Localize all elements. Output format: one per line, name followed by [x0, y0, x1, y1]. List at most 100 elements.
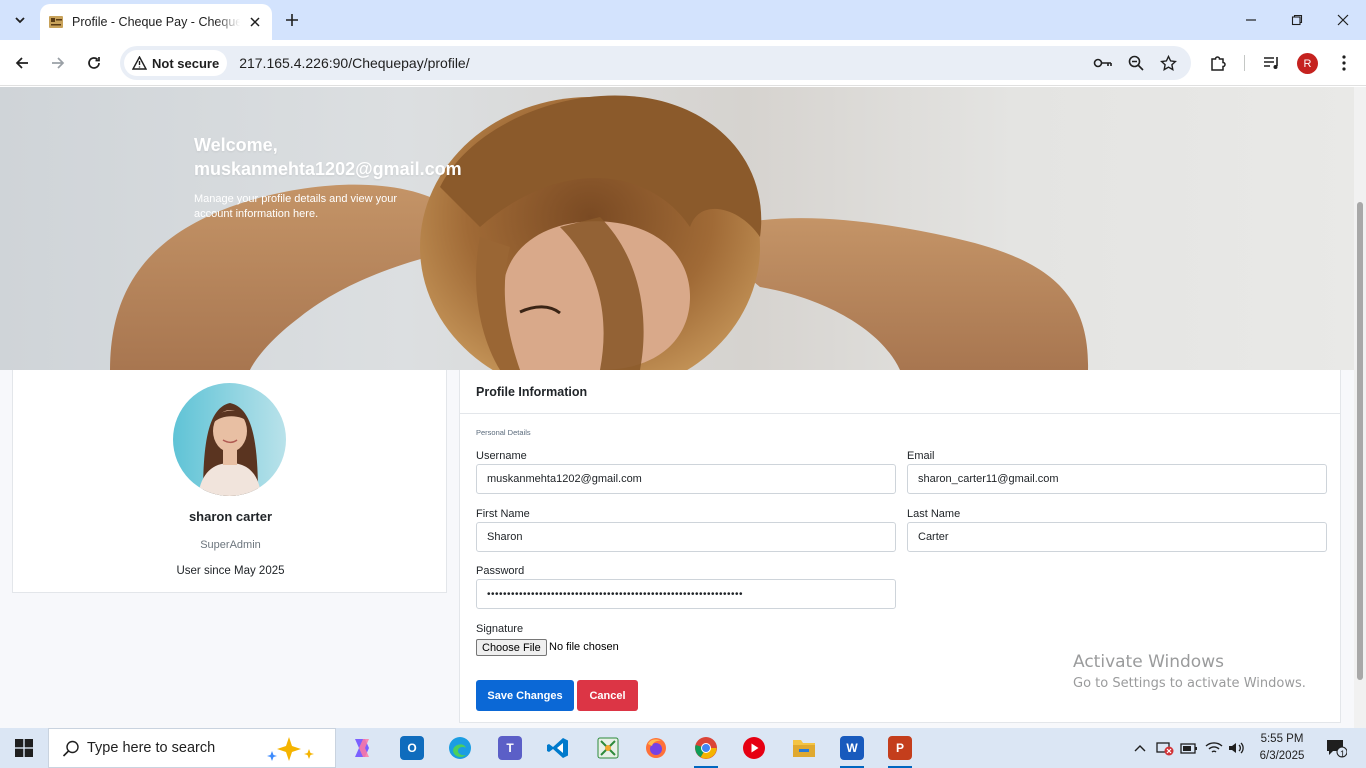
minimize-icon [1246, 19, 1256, 21]
taskbar-file-explorer[interactable] [784, 732, 824, 764]
browser-tabstrip: Profile - Cheque Pay - Cheque Pay [0, 0, 1366, 40]
taskbar-firefox[interactable] [636, 732, 676, 764]
section-label-personal-details: Personal Details [476, 428, 531, 437]
last-name-label: Last Name [907, 508, 961, 520]
taskbar-copilot[interactable] [342, 732, 382, 764]
file-status-text: No file chosen [549, 641, 619, 653]
forward-button[interactable] [44, 49, 72, 77]
taskbar-chrome[interactable] [686, 732, 726, 768]
browser-toolbar: Not secure 217.165.4.226:90/Chequepay/pr… [0, 40, 1366, 86]
wifi-icon [1205, 742, 1223, 753]
username-field[interactable]: muskanmehta1202@gmail.com [476, 464, 896, 494]
taskbar-edge[interactable] [440, 732, 480, 764]
first-name-field[interactable]: Sharon [476, 522, 896, 552]
minimize-button[interactable] [1228, 0, 1274, 40]
hero-user-email: muskanmehta1202@gmail.com [194, 159, 462, 179]
email-field[interactable]: sharon_carter11@gmail.com [907, 464, 1327, 494]
taskbar-outlook[interactable]: O [392, 732, 432, 764]
warning-triangle-icon [132, 56, 147, 70]
email-label: Email [907, 450, 935, 462]
save-changes-button[interactable]: Save Changes [476, 680, 574, 711]
profile-role: SuperAdmin [200, 539, 261, 551]
hero-photo-illustration [110, 95, 1089, 370]
cancel-button[interactable]: Cancel [577, 680, 638, 711]
tab-title: Profile - Cheque Pay - Cheque Pay [72, 15, 240, 29]
hero-welcome-heading: Welcome, muskanmehta1202@gmail.com [194, 133, 462, 181]
powerpoint-icon: P [888, 736, 912, 760]
password-field[interactable]: ••••••••••••••••••••••••••••••••••••••••… [476, 579, 896, 609]
taskbar-clock[interactable]: 5:55 PM 6/3/2025 [1252, 731, 1312, 765]
tray-battery[interactable] [1178, 728, 1200, 768]
close-window-button[interactable] [1320, 0, 1366, 40]
clock-time: 5:55 PM [1260, 733, 1304, 745]
taskbar-word[interactable]: W [832, 732, 872, 768]
taskbar-teams[interactable]: T [490, 732, 530, 764]
show-hidden-icons-button[interactable] [1130, 728, 1150, 768]
last-name-field[interactable]: Carter [907, 522, 1327, 552]
extensions-puzzle-icon[interactable] [1206, 51, 1230, 75]
choose-file-button[interactable]: Choose File [476, 639, 547, 656]
close-tab-icon[interactable] [246, 13, 264, 31]
restore-button[interactable] [1274, 0, 1320, 40]
taskbar-powerpoint[interactable]: P [880, 732, 920, 768]
outlook-icon: O [400, 736, 424, 760]
username-label: Username [476, 450, 527, 462]
folder-icon [793, 740, 815, 757]
zoom-icon[interactable] [1126, 53, 1146, 73]
tray-volume[interactable] [1226, 728, 1248, 768]
profile-hero-banner: Welcome, muskanmehta1202@gmail.com Manag… [0, 87, 1354, 370]
tray-network-status[interactable] [1154, 728, 1176, 768]
profile-avatar-button[interactable]: R [1297, 53, 1318, 74]
browser-tab-profile[interactable]: Profile - Cheque Pay - Cheque Pay [40, 4, 272, 40]
watermark-line-2: Go to Settings to activate Windows. [1073, 676, 1306, 691]
password-label: Password [476, 565, 525, 577]
network-tool-icon [597, 737, 619, 759]
tab-search-button[interactable] [6, 7, 34, 33]
first-name-label: First Name [476, 508, 530, 520]
chevron-down-icon [15, 17, 25, 24]
back-button[interactable] [8, 49, 36, 77]
page-viewport: Welcome, muskanmehta1202@gmail.com Manag… [0, 87, 1366, 728]
notification-count: 1 [1340, 749, 1346, 759]
taskbar-search-box[interactable]: Type here to search [48, 728, 336, 768]
sparkle-highlight-icon[interactable] [264, 735, 324, 763]
password-key-icon[interactable] [1093, 53, 1113, 73]
arrow-left-icon [15, 57, 28, 69]
taskbar-network-tool[interactable] [588, 732, 628, 764]
windows-taskbar: Type here to search O T W P 5:55 PM 6/3/… [0, 728, 1366, 768]
avatar [173, 383, 286, 496]
page-scrollbar[interactable] [1354, 87, 1366, 728]
battery-icon [1180, 743, 1197, 754]
firefox-icon [646, 738, 666, 758]
profile-summary-card: sharon carter SuperAdmin User since May … [12, 370, 447, 593]
scrollbar-thumb[interactable] [1357, 202, 1363, 680]
notification-center-button[interactable]: 1 [1320, 728, 1352, 768]
media-control-icon[interactable] [1260, 51, 1284, 75]
reload-icon [88, 57, 100, 69]
media-player-icon [743, 737, 765, 759]
security-indicator[interactable]: Not secure [124, 50, 228, 76]
taskbar-vscode[interactable] [538, 732, 578, 764]
taskbar-media-player[interactable] [734, 732, 774, 764]
profile-name: sharon carter [188, 509, 273, 524]
copilot-icon [355, 739, 369, 757]
teams-icon: T [498, 736, 522, 760]
reload-button[interactable] [80, 49, 108, 77]
arrow-right-icon [52, 57, 65, 69]
plus-icon [286, 14, 298, 26]
search-icon [62, 740, 79, 757]
url-text[interactable]: 217.165.4.226:90/Chequepay/profile/ [239, 55, 469, 71]
user-portrait-icon [173, 383, 286, 496]
start-button[interactable] [0, 728, 48, 768]
new-tab-button[interactable] [280, 8, 304, 32]
tray-wifi[interactable] [1203, 728, 1225, 768]
bookmark-star-icon[interactable] [1158, 53, 1178, 73]
network-warning-icon [1156, 742, 1174, 756]
watermark-line-1: Activate Windows [1073, 652, 1224, 672]
browser-menu-icon[interactable] [1332, 51, 1356, 75]
word-icon: W [840, 736, 864, 760]
address-bar[interactable]: Not secure 217.165.4.226:90/Chequepay/pr… [120, 46, 1191, 80]
chrome-icon [695, 737, 717, 759]
close-icon [1337, 14, 1349, 26]
card-title: Profile Information [476, 385, 588, 399]
